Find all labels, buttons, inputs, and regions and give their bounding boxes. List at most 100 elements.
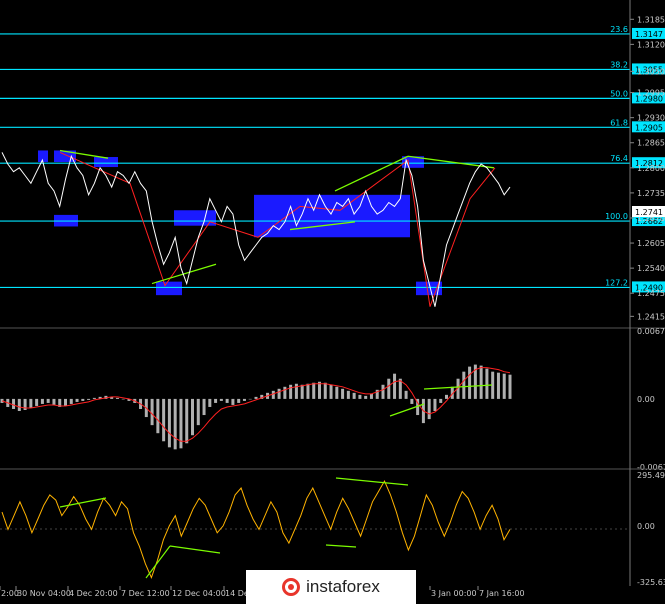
zone-box bbox=[38, 150, 48, 163]
main-y-tick-label: 1.2800 bbox=[637, 164, 665, 173]
macd-bar bbox=[289, 384, 293, 399]
macd-bar bbox=[306, 383, 310, 399]
macd-bar bbox=[64, 398, 67, 406]
macd-bar bbox=[29, 398, 33, 408]
macd-bar bbox=[294, 383, 298, 399]
main-y-tick-label: 1.2415 bbox=[637, 312, 665, 321]
macd-bar bbox=[208, 398, 212, 407]
macd-bar bbox=[219, 398, 223, 401]
macd-bar bbox=[75, 398, 79, 402]
macd-bar bbox=[185, 398, 189, 444]
cci-y-tick-label: 0.00 bbox=[637, 522, 655, 531]
macd-bar bbox=[445, 394, 448, 399]
main-y-tick-label: 1.2930 bbox=[637, 114, 665, 123]
macd-bar bbox=[369, 393, 373, 399]
macd-bar bbox=[404, 390, 408, 399]
fib-level-ratio: 38.2 bbox=[610, 60, 628, 69]
macd-bar bbox=[87, 398, 91, 400]
macd-bar bbox=[69, 398, 73, 404]
chart-canvas: 23.61.314738.21.305550.01.298061.81.2905… bbox=[0, 0, 665, 598]
macd-bar bbox=[485, 368, 489, 399]
zone-box bbox=[94, 157, 118, 168]
macd-bar bbox=[237, 398, 241, 403]
macd-bar bbox=[341, 388, 345, 399]
macd-bar bbox=[312, 382, 316, 399]
macd-bar bbox=[167, 398, 171, 448]
macd-bar bbox=[156, 398, 160, 434]
cci-divergence-2 bbox=[145, 545, 171, 579]
main-y-tick-label: 1.2605 bbox=[637, 239, 665, 248]
fib-level-ratio: 127.2 bbox=[605, 278, 628, 287]
macd-bar bbox=[40, 398, 44, 404]
main-y-tick-label: 1.3050 bbox=[637, 67, 665, 76]
macd-bar bbox=[479, 365, 483, 399]
zone-box bbox=[174, 210, 216, 226]
x-tick-label: 7 Dec 12:00 bbox=[121, 589, 170, 598]
macd-bar bbox=[346, 390, 350, 399]
x-tick-label: 7 Jan 16:00 bbox=[479, 589, 525, 598]
macd-bar bbox=[173, 398, 177, 450]
macd-bar bbox=[329, 384, 333, 399]
macd-panel: 0.006730.00-0.00675 bbox=[0, 327, 665, 472]
macd-bar bbox=[364, 395, 368, 399]
macd-bar bbox=[115, 397, 119, 399]
fib-level-ratio: 61.8 bbox=[610, 118, 628, 127]
fib-level-ratio: 100.0 bbox=[605, 212, 628, 221]
macd-bar bbox=[387, 378, 391, 399]
macd-bar bbox=[12, 398, 16, 409]
macd-y-tick-label: 0.00 bbox=[637, 395, 655, 404]
x-tick-label: 4 Dec 20:00 bbox=[69, 589, 118, 598]
macd-bar bbox=[162, 398, 166, 442]
zone-box bbox=[254, 194, 410, 238]
macd-bar bbox=[121, 398, 125, 400]
x-tick-label: 30 Nov 04:00 bbox=[17, 589, 71, 598]
main-y-tick-label: 1.2540 bbox=[637, 264, 665, 273]
main-y-tick-label: 1.2735 bbox=[637, 189, 665, 198]
macd-bar bbox=[277, 388, 281, 399]
main-y-tick-label: 1.3120 bbox=[637, 40, 665, 49]
main-price-panel: 23.61.314738.21.305550.01.298061.81.2905… bbox=[0, 0, 665, 326]
macd-bar bbox=[202, 398, 206, 416]
macd-bar bbox=[52, 398, 56, 405]
macd-bar bbox=[214, 398, 218, 403]
macd-bar bbox=[196, 398, 200, 426]
cci-divergence-3 bbox=[169, 545, 221, 554]
fib-level-ratio: 23.6 bbox=[610, 25, 628, 34]
main-y-tick-label: 1.2995 bbox=[637, 89, 665, 98]
cci-divergence-4 bbox=[335, 477, 409, 486]
watermark-text: instaforex bbox=[306, 577, 380, 596]
macd-bar bbox=[254, 396, 258, 399]
macd-bar bbox=[352, 392, 356, 399]
instaforex-logo-icon bbox=[282, 578, 301, 596]
macd-bar bbox=[410, 398, 414, 404]
macd-histogram bbox=[0, 364, 512, 450]
instaforex-logo: instaforex bbox=[246, 570, 416, 604]
macd-bar bbox=[92, 397, 96, 399]
macd-bar bbox=[318, 381, 321, 399]
main-y-tick-label: 1.2475 bbox=[637, 289, 665, 298]
macd-bar bbox=[427, 398, 431, 420]
macd-bar bbox=[508, 374, 512, 399]
macd-bar bbox=[150, 398, 154, 426]
cci-divergence-1 bbox=[59, 497, 107, 508]
main-y-tick-label: 1.3185 bbox=[637, 15, 665, 24]
macd-bar bbox=[248, 398, 252, 400]
macd-bar bbox=[496, 372, 500, 399]
macd-bar bbox=[439, 398, 443, 403]
macd-bar bbox=[462, 371, 466, 399]
macd-bar bbox=[191, 398, 194, 436]
cci-y-tick-label: 295.4989 bbox=[637, 471, 665, 480]
macd-bar bbox=[283, 386, 287, 399]
macd-bar bbox=[271, 390, 275, 399]
macd-bar bbox=[323, 382, 327, 399]
macd-bar bbox=[35, 398, 39, 406]
macd-bar bbox=[81, 398, 85, 401]
cci-y-tick-label: -325.630 bbox=[637, 578, 665, 587]
macd-bar bbox=[468, 366, 472, 399]
cci-y-axis: 295.4989 0.00 -325.630 bbox=[637, 471, 665, 587]
zone-box bbox=[156, 281, 182, 296]
fib-level-ratio: 76.4 bbox=[610, 154, 628, 163]
macd-bar bbox=[300, 384, 304, 399]
macd-bar bbox=[225, 398, 229, 403]
macd-bar bbox=[242, 398, 246, 401]
